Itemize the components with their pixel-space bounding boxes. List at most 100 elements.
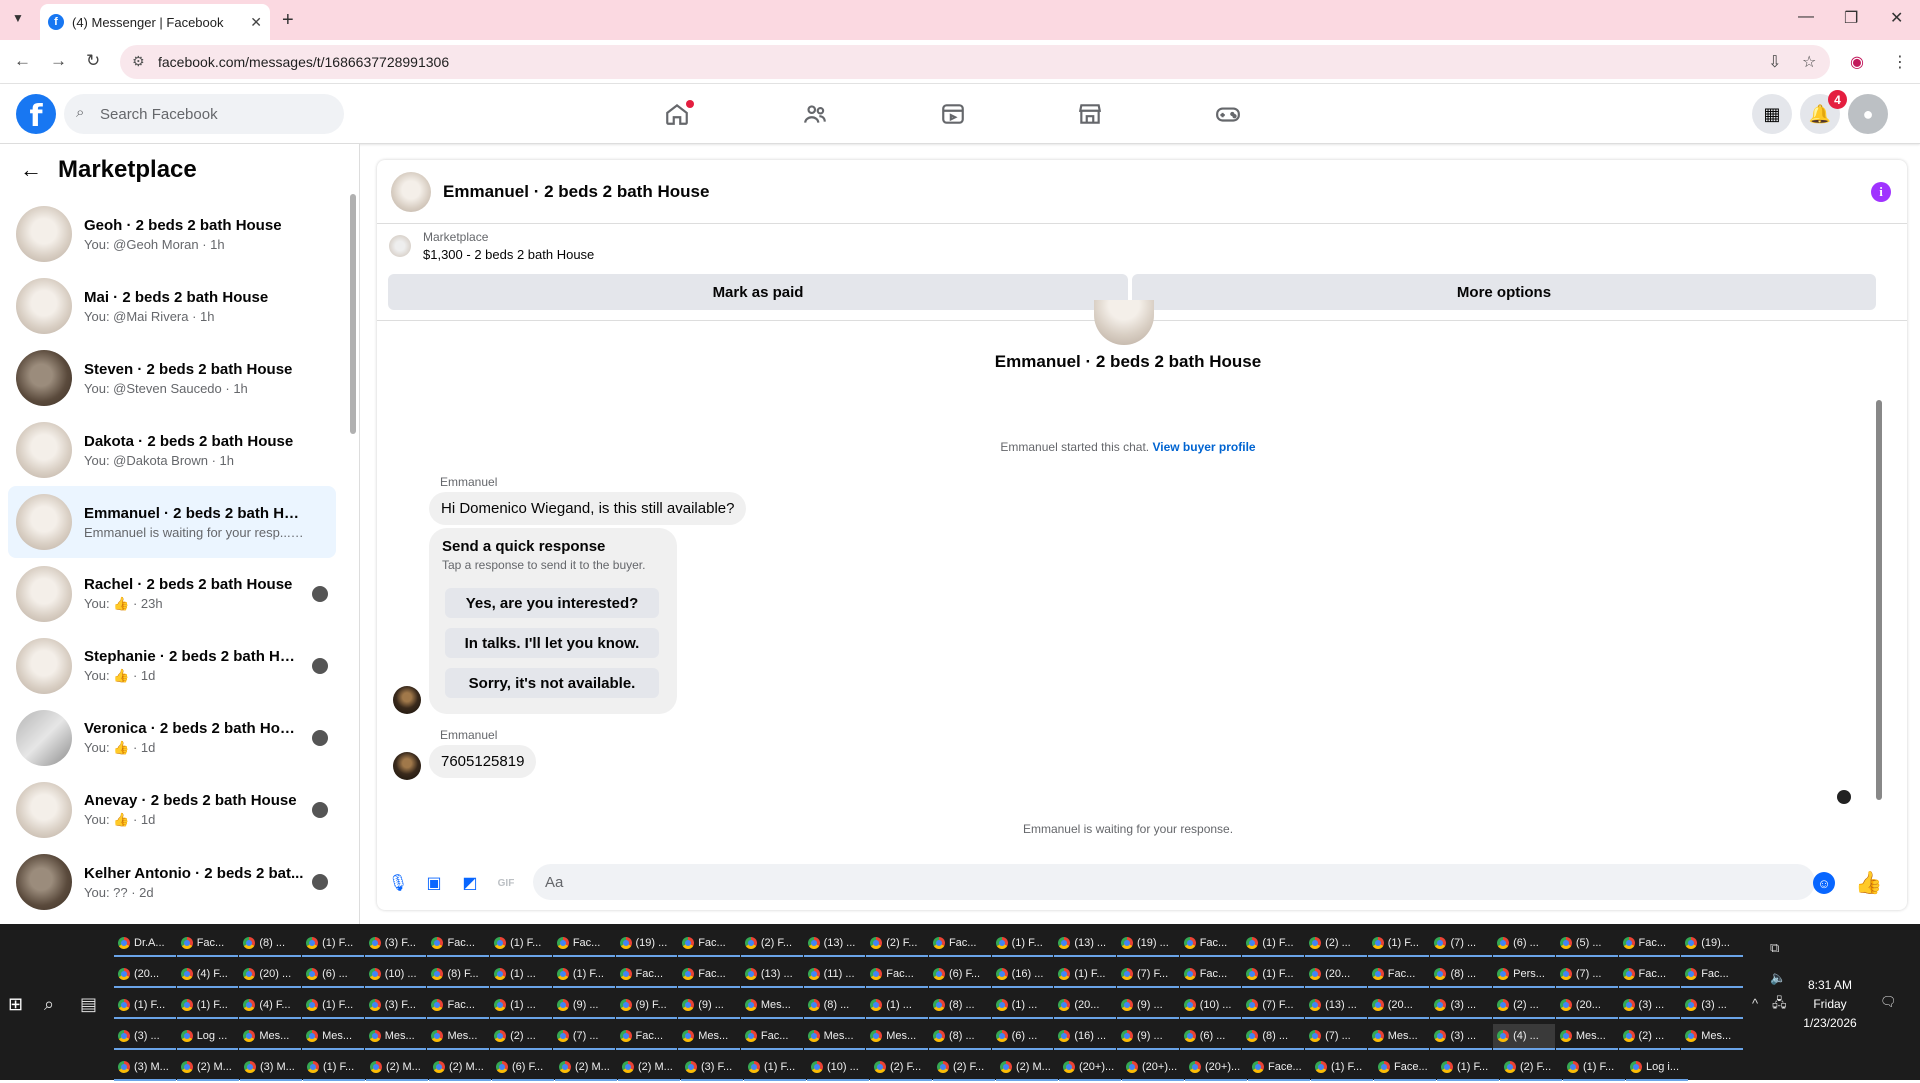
- taskbar-window-button[interactable]: Mes...: [239, 1024, 302, 1050]
- taskbar-window-button[interactable]: (1) ...: [866, 993, 928, 1019]
- taskbar-window-button[interactable]: (3) ...: [1430, 1024, 1493, 1050]
- taskbar-window-button[interactable]: Fac...: [1367, 962, 1430, 988]
- taskbar-window-button[interactable]: (7) F...: [1242, 993, 1305, 1019]
- mark-as-paid-button[interactable]: Mark as paid: [388, 274, 1128, 310]
- conversation-item[interactable]: Rachel · 2 beds 2 bath House You: 👍 · 23h: [8, 558, 336, 630]
- show-hidden-icons[interactable]: ^: [1752, 996, 1758, 1011]
- taskbar-window-button[interactable]: (2) M...: [996, 1055, 1058, 1081]
- taskbar-window-button[interactable]: Fac...: [740, 1024, 803, 1050]
- thumbs-up-icon[interactable]: 👍: [1855, 870, 1882, 896]
- quick-reply-not-available-button[interactable]: Sorry, it's not available.: [445, 668, 659, 698]
- taskbar-window-button[interactable]: (20...: [1305, 962, 1367, 988]
- conversation-item[interactable]: Veronica · 2 beds 2 bath House You: 👍 · 1…: [8, 702, 336, 774]
- taskbar-window-button[interactable]: (10) ...: [364, 962, 427, 988]
- video-icon[interactable]: [937, 98, 969, 130]
- taskbar-window-button[interactable]: (1) F...: [176, 993, 239, 1019]
- taskbar-window-button[interactable]: (5) ...: [1555, 931, 1618, 957]
- taskbar-window-button[interactable]: (8) ...: [1430, 962, 1493, 988]
- taskbar-window-button[interactable]: (4) F...: [239, 993, 302, 1019]
- taskbar-window-button[interactable]: (2) F...: [740, 931, 803, 957]
- taskbar-window-button[interactable]: (1) F...: [490, 931, 552, 957]
- taskbar-window-button[interactable]: Fac...: [427, 931, 490, 957]
- taskbar-window-button[interactable]: (8) ...: [1242, 1024, 1305, 1050]
- taskbar-window-button[interactable]: (9) ...: [1117, 993, 1179, 1019]
- view-buyer-profile-link[interactable]: View buyer profile: [1152, 440, 1255, 454]
- taskbar-window-button[interactable]: (6) ...: [1493, 931, 1555, 957]
- reload-icon[interactable]: ↻: [86, 51, 100, 71]
- url-bar[interactable]: ⚙ facebook.com/messages/t/16866377289913…: [120, 45, 1830, 79]
- taskbar-window-button[interactable]: (3) M...: [114, 1055, 176, 1081]
- taskbar-window-button[interactable]: (20+)...: [1059, 1055, 1121, 1081]
- taskbar-window-button[interactable]: (7) F...: [1117, 962, 1179, 988]
- conversation-item[interactable]: Kelher Antonio · 2 beds 2 bat... You: ?? …: [8, 846, 336, 918]
- taskbar-window-button[interactable]: (7) ...: [1305, 1024, 1367, 1050]
- taskbar-window-button[interactable]: (1) F...: [552, 962, 615, 988]
- conversation-item[interactable]: Mai · 2 beds 2 bath House You: @Mai River…: [8, 270, 336, 342]
- taskbar-window-button[interactable]: Face...: [1374, 1055, 1436, 1081]
- taskbar-window-button[interactable]: (10) ...: [1179, 993, 1242, 1019]
- menu-grid-icon[interactable]: ▦: [1752, 94, 1792, 134]
- taskbar-window-button[interactable]: (1) F...: [114, 993, 176, 1019]
- taskbar-window-button[interactable]: (3) M...: [240, 1055, 302, 1081]
- taskbar-window-button[interactable]: (1) ...: [490, 962, 552, 988]
- taskbar-window-button[interactable]: (20...: [1054, 993, 1116, 1019]
- network-icon[interactable]: 🖧: [1772, 994, 1787, 1016]
- site-info-icon[interactable]: ⚙: [132, 53, 145, 70]
- conversation-item[interactable]: Steven · 2 beds 2 bath House You: @Steven…: [8, 342, 336, 414]
- taskbar-window-button[interactable]: (20...: [1555, 993, 1618, 1019]
- taskbar-window-button[interactable]: Mes...: [1681, 1024, 1743, 1050]
- taskbar-window-button[interactable]: (1) F...: [302, 993, 364, 1019]
- taskbar-window-button[interactable]: Dr.A...: [114, 931, 176, 957]
- tab-search-icon[interactable]: ▼: [12, 11, 24, 25]
- taskbar-window-button[interactable]: (20...: [114, 962, 176, 988]
- taskbar-window-button[interactable]: Pers...: [1493, 962, 1555, 988]
- message-bubble[interactable]: 7605125819: [429, 745, 537, 778]
- taskbar-window-button[interactable]: Mes...: [302, 1024, 364, 1050]
- taskbar-window-button[interactable]: Fac...: [1179, 962, 1242, 988]
- taskbar-window-button[interactable]: Fac...: [1681, 962, 1743, 988]
- bookmark-star-icon[interactable]: ☆: [1802, 52, 1816, 72]
- taskbar-window-button[interactable]: Fac...: [678, 962, 740, 988]
- quick-reply-in-talks-button[interactable]: In talks. I'll let you know.: [445, 628, 659, 658]
- taskbar-window-button[interactable]: Mes...: [1367, 1024, 1430, 1050]
- minimize-icon[interactable]: —: [1798, 8, 1814, 26]
- taskbar-window-button[interactable]: Mes...: [1555, 1024, 1618, 1050]
- conversation-item[interactable]: Emmanuel · 2 beds 2 bath House Emmanuel i…: [8, 486, 336, 558]
- conversation-item[interactable]: Stephanie · 2 beds 2 bath Hou... You: 👍 ·…: [8, 630, 336, 702]
- taskbar-window-button[interactable]: (2) M...: [555, 1055, 617, 1081]
- back-arrow-icon[interactable]: ←: [20, 157, 42, 183]
- close-tab-icon[interactable]: ✕: [250, 14, 262, 31]
- taskbar-window-button[interactable]: (9) F...: [615, 993, 678, 1019]
- search-input[interactable]: ⌕ Search Facebook: [64, 94, 344, 134]
- taskbar-window-button[interactable]: Mes...: [740, 993, 803, 1019]
- taskbar-window-button[interactable]: (2) ...: [1493, 993, 1555, 1019]
- taskbar-window-button[interactable]: (6) F...: [928, 962, 991, 988]
- taskbar-window-button[interactable]: (6) ...: [991, 1024, 1054, 1050]
- volume-icon[interactable]: 🔈: [1770, 970, 1786, 986]
- taskbar-window-button[interactable]: Fac...: [1179, 931, 1242, 957]
- taskbar-window-button[interactable]: (7) ...: [1430, 931, 1493, 957]
- taskbar-window-button[interactable]: (20...: [1367, 993, 1430, 1019]
- friends-icon[interactable]: [799, 98, 831, 130]
- taskbar-window-button[interactable]: (1) F...: [744, 1055, 806, 1081]
- tray-icon[interactable]: ⧉: [1770, 940, 1779, 956]
- taskbar-window-button[interactable]: (2) F...: [870, 1055, 932, 1081]
- forward-icon[interactable]: →: [50, 51, 67, 71]
- taskbar-window-button[interactable]: (1) F...: [1242, 931, 1305, 957]
- account-avatar[interactable]: ●: [1848, 94, 1888, 134]
- taskbar-window-button[interactable]: (3) F...: [681, 1055, 743, 1081]
- message-bubble[interactable]: Hi Domenico Wiegand, is this still avail…: [429, 492, 747, 525]
- taskbar-window-button[interactable]: (1) ...: [991, 993, 1054, 1019]
- taskbar-window-button[interactable]: (2) ...: [1305, 931, 1367, 957]
- taskbar-window-button[interactable]: (3) ...: [1681, 993, 1743, 1019]
- buyer-avatar[interactable]: [393, 752, 421, 780]
- taskbar-window-button[interactable]: (9) ...: [1117, 1024, 1179, 1050]
- taskbar-window-button[interactable]: (16) ...: [991, 962, 1054, 988]
- taskbar-window-button[interactable]: (8) ...: [239, 931, 302, 957]
- back-icon[interactable]: ←: [14, 51, 31, 71]
- taskbar-window-button[interactable]: (13) ...: [1305, 993, 1367, 1019]
- taskbar-window-button[interactable]: Mes...: [803, 1024, 866, 1050]
- taskbar-window-button[interactable]: (3) F...: [364, 931, 427, 957]
- sticker-icon[interactable]: ◩: [459, 872, 481, 894]
- taskbar-window-button[interactable]: (11) ...: [803, 962, 866, 988]
